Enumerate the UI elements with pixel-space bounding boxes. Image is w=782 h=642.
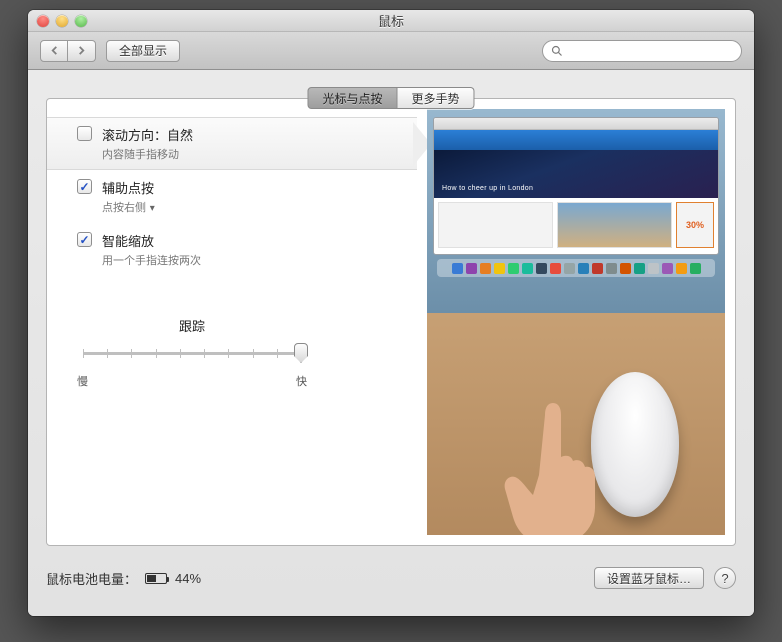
footer: 鼠标电池电量： 44% 设置蓝牙鼠标… ?	[46, 558, 736, 598]
option-secondary-click[interactable]: 辅助点按 点按右侧 ▾	[77, 170, 407, 223]
preview-browser: How to cheer up in London 30%	[433, 117, 719, 255]
tracking-slow-label: 慢	[77, 373, 88, 389]
tracking-slider[interactable]	[83, 343, 301, 365]
chevron-right-icon	[77, 46, 86, 55]
search-icon	[551, 45, 563, 57]
option-title: 辅助点按	[102, 178, 155, 197]
window-title: 鼠标	[28, 11, 754, 30]
search-input[interactable]	[567, 44, 733, 58]
checkbox-smart-zoom[interactable]	[77, 232, 92, 247]
content-area: 光标与点按 更多手势 滚动方向：自然 内容随手指移动	[28, 70, 754, 616]
option-title: 滚动方向：自然	[102, 125, 193, 144]
tab-point-click[interactable]: 光标与点按	[307, 87, 397, 109]
tab-segment: 光标与点按 更多手势	[307, 87, 474, 109]
help-button[interactable]: ?	[714, 567, 736, 589]
preview-hand-icon	[493, 395, 618, 535]
battery-status: 鼠标电池电量： 44%	[46, 569, 201, 588]
battery-icon	[145, 573, 167, 584]
checkbox-secondary-click[interactable]	[77, 179, 92, 194]
battery-percent: 44%	[175, 571, 201, 586]
option-subtitle[interactable]: 点按右侧 ▾	[102, 199, 155, 215]
search-field[interactable]	[542, 40, 742, 62]
show-all-button[interactable]: 全部显示	[106, 40, 180, 62]
tracking-label: 跟踪	[77, 316, 307, 335]
preview-sale-badge: 30%	[676, 202, 714, 248]
option-smart-zoom[interactable]: 智能缩放 用一个手指连按两次	[77, 223, 407, 276]
chevron-down-icon: ▾	[147, 203, 155, 214]
toolbar: 全部显示	[28, 32, 754, 70]
bluetooth-setup-button[interactable]: 设置蓝牙鼠标…	[594, 567, 704, 589]
nav-segment	[40, 40, 96, 62]
checkbox-scroll-direction[interactable]	[77, 126, 92, 141]
option-scroll-direction[interactable]: 滚动方向：自然 内容随手指移动	[77, 117, 407, 170]
options-panel: 滚动方向：自然 内容随手指移动 辅助点按 点按右侧 ▾	[46, 98, 736, 546]
option-subtitle: 内容随手指移动	[102, 146, 193, 162]
options-list: 滚动方向：自然 内容随手指移动 辅助点按 点按右侧 ▾	[47, 99, 417, 545]
forward-button[interactable]	[68, 40, 96, 62]
tab-more-gestures[interactable]: 更多手势	[398, 87, 475, 109]
tracking-fast-label: 快	[296, 373, 307, 389]
titlebar[interactable]: 鼠标	[28, 10, 754, 32]
tracking-block: 跟踪 慢 快	[77, 316, 307, 389]
chevron-left-icon	[50, 46, 59, 55]
back-button[interactable]	[40, 40, 68, 62]
option-subtitle: 用一个手指连按两次	[102, 252, 201, 268]
preview-dock	[437, 259, 715, 277]
preview-hero-caption: How to cheer up in London	[442, 185, 533, 192]
option-title: 智能缩放	[102, 231, 201, 250]
gesture-preview: How to cheer up in London 30%	[427, 109, 725, 535]
preferences-window: 鼠标 全部显示 光标与点按 更多手势	[28, 10, 754, 616]
